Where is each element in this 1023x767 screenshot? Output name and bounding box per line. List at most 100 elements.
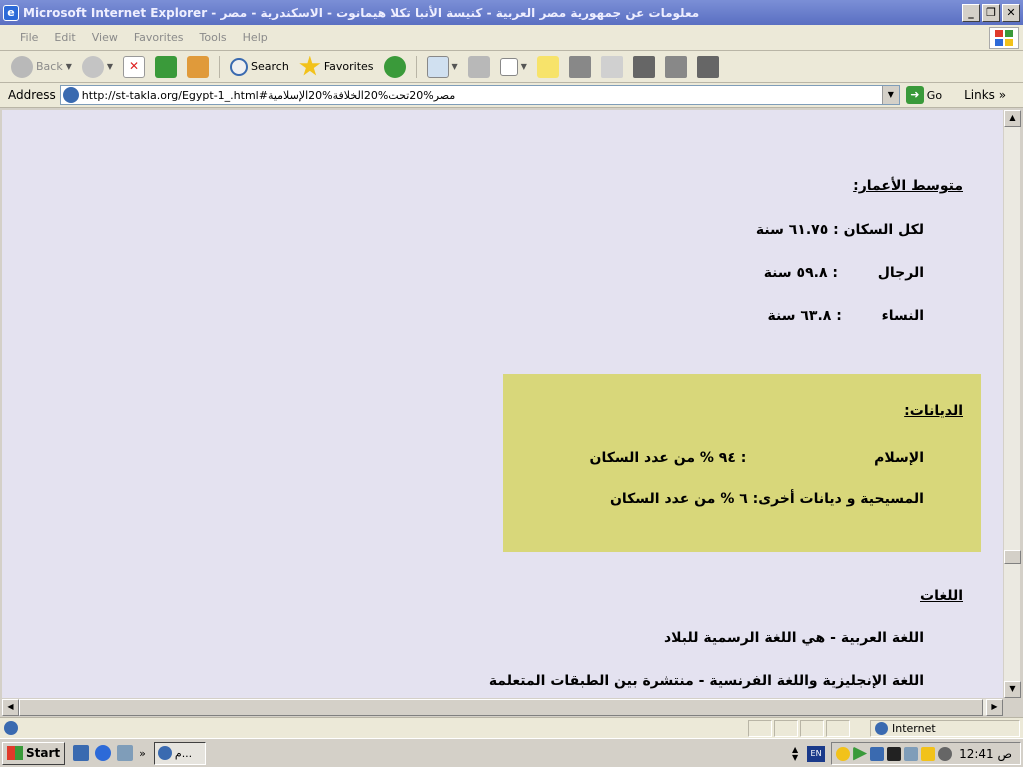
media-button[interactable]: [381, 54, 409, 80]
double-chevron-right-icon[interactable]: »: [139, 747, 146, 760]
age-men-label: الرجال: [877, 265, 924, 281]
stop-button[interactable]: [120, 54, 148, 80]
title-bar: e معلومات عن جمهورية مصر العربية - كنيسة…: [0, 0, 1023, 25]
address-input[interactable]: http://st-takla.org/Egypt-1_.html#مصر%20…: [59, 85, 900, 105]
play-icon[interactable]: [853, 746, 868, 761]
mail-icon: [426, 55, 449, 78]
age-all-text: لكل السكان : ٦١.٧٥ سنة: [755, 222, 924, 238]
back-arrow-icon: [11, 55, 33, 78]
tray-app-icon[interactable]: [887, 746, 902, 761]
vertical-scroll-thumb[interactable]: [1004, 550, 1021, 564]
chevron-down-icon[interactable]: ▼: [452, 62, 458, 71]
tray-icons: 12:41 ص: [831, 742, 1021, 765]
address-url[interactable]: http://st-takla.org/Egypt-1_.html#مصر%20…: [82, 89, 455, 102]
toolbar-separator: [415, 55, 417, 78]
antivirus-icon[interactable]: [938, 746, 953, 761]
languages-heading: اللغات: [920, 588, 963, 604]
menu-favorites[interactable]: Favorites: [126, 31, 192, 44]
search-label: Search: [251, 60, 289, 73]
horizontal-scrollbar[interactable]: ◀ ▶: [2, 698, 1003, 716]
chevron-down-icon[interactable]: ▼: [107, 62, 113, 71]
search-icon: [230, 57, 249, 76]
links-button[interactable]: Links »: [964, 88, 1006, 102]
quick-launch: »: [73, 745, 146, 761]
favorites-label: Favorites: [323, 60, 374, 73]
menu-file[interactable]: File: [12, 31, 46, 44]
menu-view[interactable]: View: [84, 31, 126, 44]
ie-page-icon: [62, 87, 79, 103]
close-button[interactable]: ✕: [1002, 3, 1020, 22]
chevron-down-icon[interactable]: ▼: [881, 86, 899, 104]
show-desktop-icon[interactable]: [73, 745, 90, 761]
print-button[interactable]: [465, 54, 493, 80]
scroll-left-arrow-icon[interactable]: ◀: [2, 699, 19, 716]
system-tray: ▲ ▼ EN 12:41 ص: [789, 742, 1021, 765]
menu-tools[interactable]: Tools: [192, 31, 235, 44]
taskbar-ie-window[interactable]: م...: [153, 741, 206, 765]
mail-button[interactable]: ▼: [424, 54, 461, 80]
toolbar-extra-button-3[interactable]: [630, 54, 658, 80]
address-bar: Address http://st-takla.org/Egypt-1_.htm…: [0, 83, 1023, 108]
scroll-right-arrow-icon[interactable]: ▶: [986, 699, 1003, 716]
ie-app-icon[interactable]: e: [3, 4, 19, 21]
favorites-button[interactable]: Favorites: [296, 54, 377, 80]
volume-icon[interactable]: [904, 746, 919, 761]
spinner-arrows-icon[interactable]: ▲ ▼: [789, 745, 801, 762]
refresh-button[interactable]: [152, 54, 180, 80]
go-button[interactable]: ➜ Go: [905, 86, 943, 104]
zone-label: Internet: [892, 722, 936, 735]
taskbar-window-label: م...: [174, 746, 193, 760]
menu-help[interactable]: Help: [235, 31, 276, 44]
age-women-label: النساء: [881, 308, 924, 324]
go-label: Go: [926, 88, 943, 102]
search-button[interactable]: Search: [227, 54, 292, 80]
toolbar-extra-button-2[interactable]: [598, 54, 626, 80]
chevron-down-icon[interactable]: ▼: [521, 62, 527, 71]
minimize-button[interactable]: _: [962, 3, 980, 22]
language-arabic-text: اللغة العربية - هي اللغة الرسمية للبلاد: [663, 630, 924, 646]
status-cell: [826, 720, 850, 737]
status-cell: [774, 720, 798, 737]
printer-icon: [467, 55, 490, 78]
status-bar: Internet: [0, 717, 1023, 738]
language-indicator[interactable]: EN: [807, 745, 826, 762]
islam-row: الإسلام : ٩٤ % من عدد السكان: [590, 450, 925, 466]
scroll-up-arrow-icon[interactable]: ▲: [1004, 110, 1021, 127]
edit-page-icon: [499, 57, 518, 76]
forward-button[interactable]: ▼: [79, 54, 116, 80]
menu-edit[interactable]: Edit: [46, 31, 83, 44]
chevron-down-icon[interactable]: ▼: [66, 62, 72, 71]
document-icon: [664, 55, 687, 78]
status-cells: [748, 720, 852, 737]
ie-quicklaunch-icon[interactable]: [95, 745, 112, 761]
folder-icon[interactable]: [921, 746, 936, 761]
refresh-icon: [155, 55, 178, 78]
maximize-button[interactable]: ❐: [982, 3, 1000, 22]
scroll-down-arrow-icon[interactable]: ▼: [1004, 681, 1021, 698]
religions-heading: الديانات:: [904, 403, 963, 419]
vertical-scrollbar[interactable]: ▲ ▼: [1003, 110, 1021, 698]
security-zone[interactable]: Internet: [870, 720, 1020, 737]
edit-button[interactable]: ▼: [497, 54, 530, 80]
start-button[interactable]: Start: [2, 741, 66, 765]
age-men-value: : ٥٩.٨ سنة: [763, 265, 838, 281]
toolbar-extra-button-1[interactable]: [566, 54, 594, 80]
notes-button[interactable]: [534, 54, 562, 80]
window-controls: _ ❐ ✕: [962, 3, 1020, 22]
sticky-note-icon: [536, 55, 559, 78]
ie-task-icon: [157, 746, 172, 760]
start-label: Start: [26, 746, 61, 760]
toolbar-extra-button-5[interactable]: [694, 54, 722, 80]
windows-flag-icon: [989, 27, 1019, 49]
language-other-text: اللغة الإنجليزية واللغة الفرنسية - منتشر…: [488, 673, 924, 689]
toolbar-extra-button-4[interactable]: [662, 54, 690, 80]
network-icon[interactable]: [870, 746, 885, 761]
back-button[interactable]: Back ▼: [8, 54, 75, 80]
home-button[interactable]: [184, 54, 212, 80]
horizontal-scroll-thumb[interactable]: [19, 699, 983, 716]
smiley-icon[interactable]: [836, 746, 851, 761]
globe-icon: [875, 722, 888, 735]
page-status-icon: [4, 721, 18, 735]
media-player-icon[interactable]: [117, 745, 134, 761]
media-icon: [383, 55, 406, 78]
